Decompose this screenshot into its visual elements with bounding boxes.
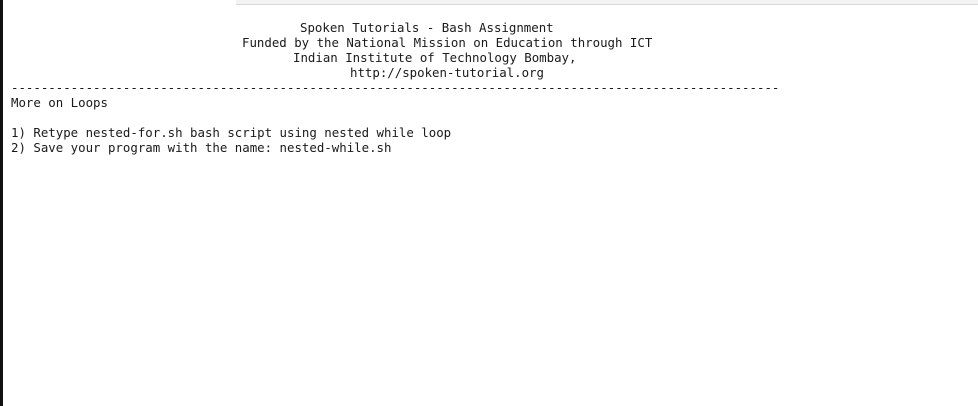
task-item-2: 2) Save your program with the name: nest… (11, 140, 392, 155)
separator-line: ----------------------------------------… (11, 80, 780, 95)
task-item-1: 1) Retype nested-for.sh bash script usin… (11, 125, 452, 140)
doc-title: Spoken Tutorials - Bash Assignment (300, 20, 554, 35)
window-top-strip (236, 0, 978, 5)
doc-funding-line: Funded by the National Mission on Educat… (242, 35, 653, 50)
doc-url-line: http://spoken-tutorial.org (350, 65, 544, 80)
window-left-border (0, 0, 3, 406)
section-title: More on Loops (11, 95, 108, 110)
text-document[interactable]: Spoken Tutorials - Bash Assignment Funde… (11, 20, 779, 155)
doc-institute-line: Indian Institute of Technology Bombay, (293, 50, 577, 65)
